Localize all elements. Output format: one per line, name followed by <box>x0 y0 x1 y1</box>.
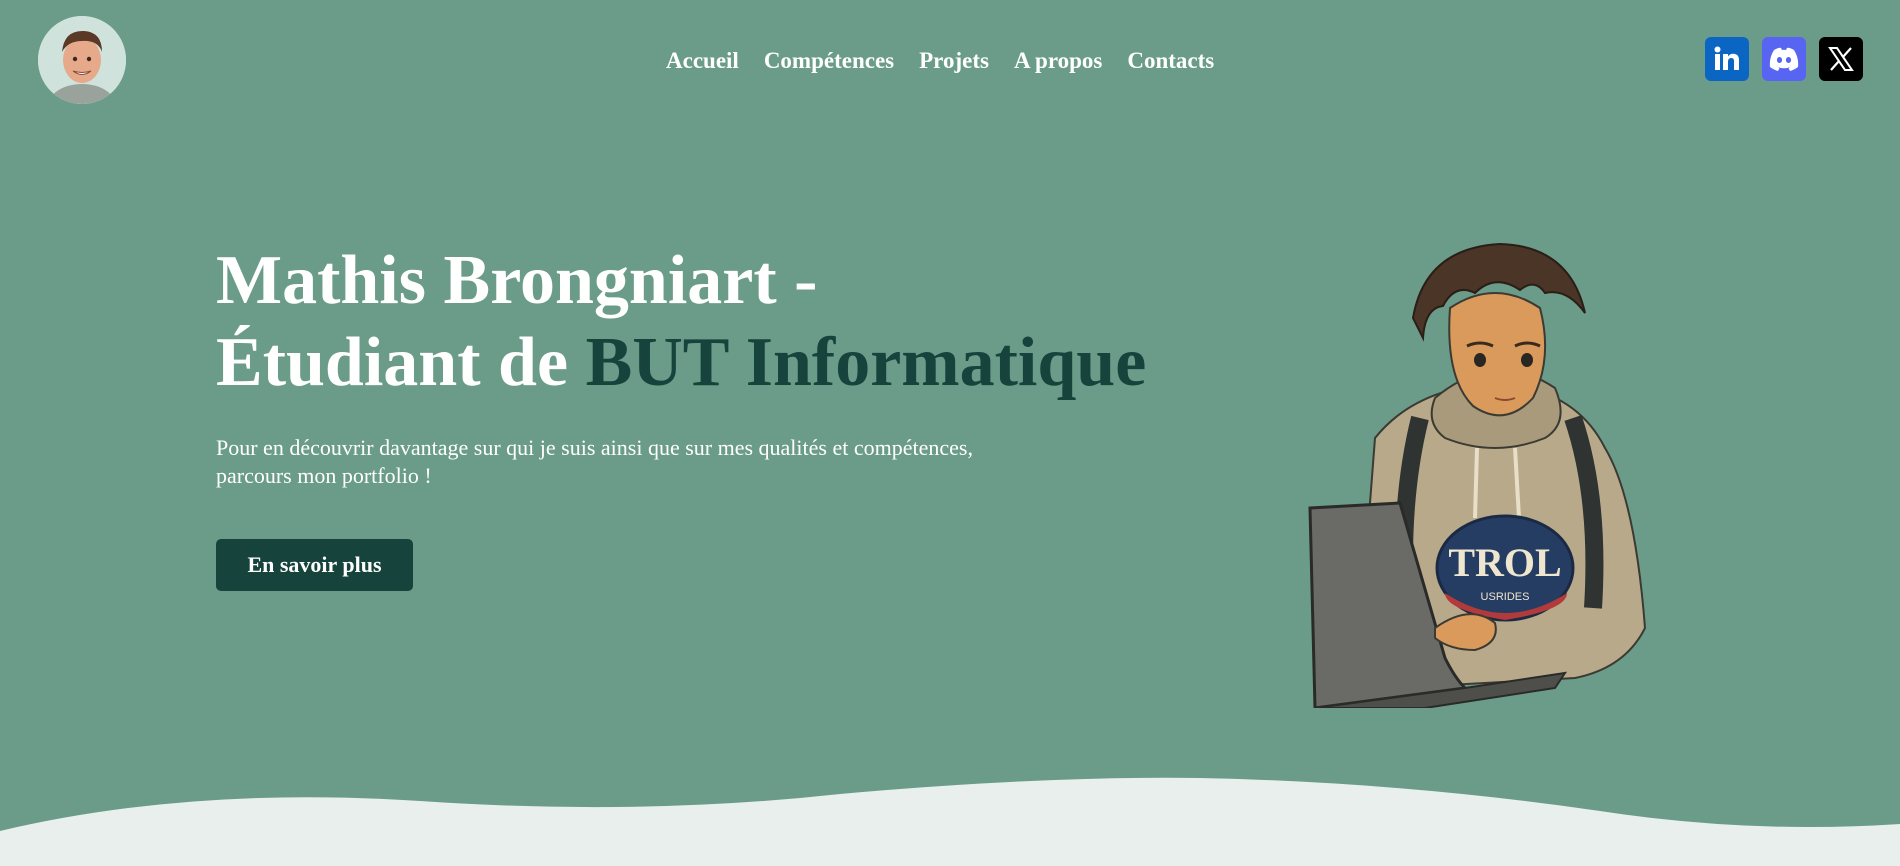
main-nav: Accueil Compétences Projets A propos Con… <box>666 48 1214 74</box>
hero-title-line2-prefix: Étudiant de <box>216 324 586 401</box>
hero-title-accent: BUT Informatique <box>585 324 1147 401</box>
student-laptop-illustration: TROL USRIDES <box>1308 242 1647 708</box>
hero-desc-line2: parcours mon portfolio ! <box>216 463 432 488</box>
nav-a-propos[interactable]: A propos <box>1014 48 1102 74</box>
discord-icon[interactable] <box>1762 37 1806 81</box>
hero-description: Pour en découvrir davantage sur qui je s… <box>216 434 1096 490</box>
x-icon[interactable] <box>1819 37 1863 81</box>
hero-title-line1: Mathis Brongniart - <box>216 242 818 319</box>
learn-more-button[interactable]: En savoir plus <box>216 539 413 591</box>
nav-competences[interactable]: Compétences <box>764 48 894 74</box>
site-header: Accueil Compétences Projets A propos Con… <box>0 0 1900 128</box>
svg-text:USRIDES: USRIDES <box>1481 591 1530 603</box>
linkedin-icon[interactable] <box>1705 37 1749 81</box>
hero-desc-line1: Pour en découvrir davantage sur qui je s… <box>216 435 973 460</box>
bottom-wave <box>0 777 1900 866</box>
avatar-face-icon <box>38 16 126 104</box>
svg-text:TROL: TROL <box>1448 540 1561 585</box>
social-links <box>1705 37 1863 81</box>
nav-projets[interactable]: Projets <box>919 48 989 74</box>
avatar[interactable] <box>38 16 126 104</box>
nav-accueil[interactable]: Accueil <box>666 48 739 74</box>
nav-contacts[interactable]: Contacts <box>1127 48 1214 74</box>
hero-title: Mathis Brongniart - Étudiant de BUT Info… <box>216 240 1146 404</box>
